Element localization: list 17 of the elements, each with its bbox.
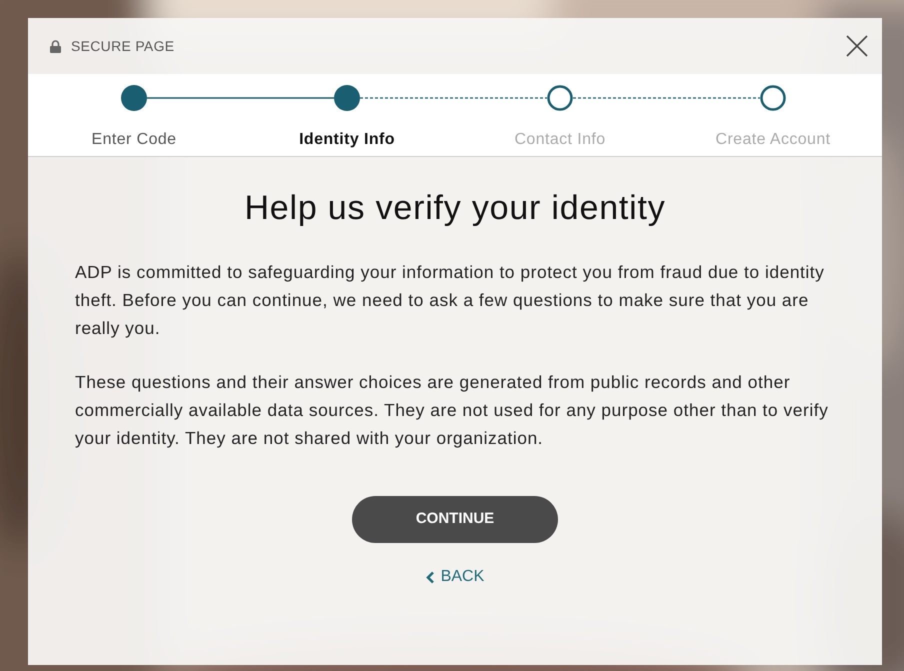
- body-paragraph: These questions and their answer choices are generated from public records and other commercially available data sources. They are not used for any purpose other than to verify your identity. They are not shared with your organization.: [75, 371, 830, 450]
- back-link[interactable]: BACK: [426, 565, 484, 589]
- step-marker: [121, 85, 147, 111]
- page-title: Help us verify your identity: [244, 188, 666, 229]
- body-paragraph: ADP is committed to safeguarding your information to protect you from fraud due to identity theft. Before you can continue, we need to ask a few questions to make sure that you are really you.: [75, 261, 826, 340]
- step-marker: [547, 85, 573, 111]
- close-icon[interactable]: [846, 35, 868, 57]
- step-label: Create Account: [716, 132, 830, 148]
- continue-button[interactable]: CONTINUE: [352, 496, 558, 543]
- step-label: Contact Info: [514, 132, 606, 148]
- lock-icon: [50, 40, 61, 52]
- chevron-left-icon: [426, 570, 435, 584]
- step-label: Identity Info: [299, 132, 395, 148]
- step-label: Enter Code: [92, 132, 176, 148]
- step-marker: [334, 85, 360, 111]
- secure-page-label: SECURE PAGE: [71, 36, 174, 56]
- step-marker: [760, 85, 786, 111]
